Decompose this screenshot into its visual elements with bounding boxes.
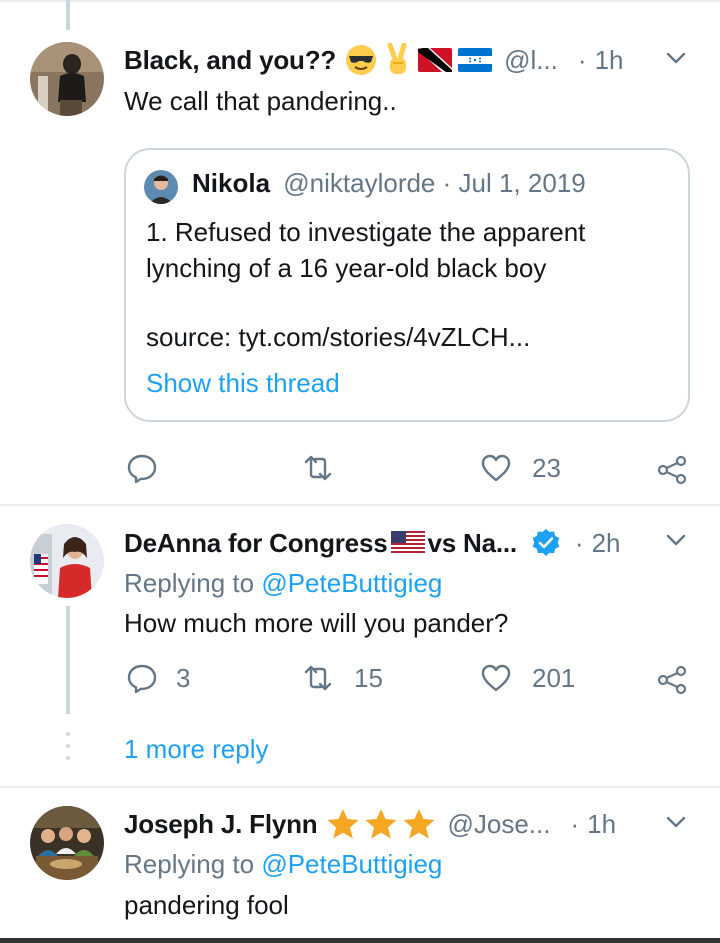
display-name[interactable]: Black, and you??: [124, 45, 336, 76]
mention-link[interactable]: @PeteButtigieg: [261, 568, 442, 598]
honduras-flag-icon: [458, 48, 493, 72]
like-button[interactable]: 23: [480, 450, 561, 486]
display-name[interactable]: Joseph J. Flynn: [124, 809, 318, 840]
retweet-icon: [302, 662, 334, 694]
replying-to-prefix: Replying to: [124, 849, 255, 879]
mention-link[interactable]: @PeteButtigieg: [261, 849, 442, 879]
display-name-suffix[interactable]: vs Na...: [427, 528, 517, 559]
avatar[interactable]: [30, 42, 104, 116]
victory-hand-emoji-icon: [384, 43, 412, 77]
show-thread-link[interactable]: Show this thread: [146, 368, 340, 399]
thread-dot: [66, 732, 70, 736]
thread-dot: [66, 756, 70, 760]
quoted-date: Jul 1, 2019: [458, 168, 586, 198]
thread-line: [66, 606, 70, 714]
tweet-header: Joseph J. Flynn @Jose... · 1h: [124, 804, 616, 844]
verified-badge-icon: [531, 528, 561, 558]
caret-down-icon[interactable]: [662, 44, 690, 72]
star-icon: [326, 808, 360, 840]
quoted-source-link[interactable]: source: tyt.com/stories/4vZLCH...: [146, 322, 530, 353]
trinidad-flag-icon: [418, 48, 453, 72]
separator-dot: ·: [574, 527, 584, 558]
replying-to-prefix: Replying to: [124, 568, 255, 598]
star-icon: [364, 808, 398, 840]
tweet-time[interactable]: 1h: [587, 809, 616, 840]
separator-dot: ·: [570, 808, 580, 839]
separator-dot: ·: [577, 44, 587, 75]
quoted-avatar: [144, 170, 178, 204]
tweet-header: DeAnna for Congress vs Na... · 2h: [124, 523, 621, 563]
reply-count: 3: [176, 662, 191, 693]
caret-down-icon[interactable]: [662, 808, 690, 836]
sunglasses-emoji-icon: [344, 43, 378, 77]
quoted-header: Nikola @niktaylorde · Jul 1, 2019: [192, 168, 586, 199]
replying-to: Replying to @PeteButtigieg: [124, 849, 442, 880]
display-name[interactable]: DeAnna for Congress: [124, 528, 388, 559]
quoted-tweet-card[interactable]: Nikola @niktaylorde · Jul 1, 2019 1. Ref…: [124, 148, 690, 422]
share-icon: [656, 454, 688, 486]
bottom-edge: [0, 938, 720, 943]
reply-button[interactable]: 3: [126, 660, 190, 696]
user-handle[interactable]: @Jose...: [448, 809, 551, 840]
quoted-text: 1. Refused to investigate the apparent l…: [146, 217, 586, 283]
retweet-icon: [302, 452, 334, 484]
tweet-divider: [0, 504, 720, 506]
retweet-count: 15: [354, 662, 383, 693]
reply-icon: [126, 662, 158, 694]
like-count: 23: [532, 452, 561, 483]
share-button[interactable]: [656, 452, 688, 488]
avatar[interactable]: [30, 524, 104, 598]
tweet-text: pandering fool: [124, 890, 289, 920]
star-icon: [402, 808, 436, 840]
quoted-display-name: Nikola: [192, 168, 271, 198]
more-replies-link[interactable]: 1 more reply: [124, 734, 269, 765]
tweet-time[interactable]: 2h: [592, 528, 621, 559]
avatar[interactable]: [30, 806, 104, 880]
reply-button[interactable]: [126, 450, 180, 486]
caret-down-icon[interactable]: [662, 526, 690, 554]
quoted-handle: @niktaylorde: [283, 168, 436, 198]
replying-to: Replying to @PeteButtigieg: [124, 568, 442, 599]
thread-line-top: [66, 0, 70, 30]
like-icon: [480, 452, 512, 484]
retweet-button[interactable]: [302, 450, 356, 486]
like-button[interactable]: 201: [480, 660, 575, 696]
share-icon: [656, 664, 688, 696]
reply-icon: [126, 452, 158, 484]
tweet-text: We call that pandering..: [124, 86, 397, 116]
like-icon: [480, 662, 512, 694]
user-handle[interactable]: @l...: [504, 45, 558, 76]
tweet-divider: [0, 786, 720, 788]
share-button[interactable]: [656, 662, 688, 698]
tweet-time[interactable]: 1h: [595, 45, 624, 76]
top-border: [0, 0, 720, 2]
retweet-button[interactable]: 15: [302, 660, 383, 696]
separator-dot: ·: [442, 168, 459, 198]
tweet-text: How much more will you pander?: [124, 608, 509, 638]
like-count: 201: [532, 662, 576, 693]
us-flag-icon: [391, 531, 426, 555]
tweet-header: Black, and you?? @l... · 1h: [124, 40, 624, 80]
thread-dot: [66, 744, 70, 748]
